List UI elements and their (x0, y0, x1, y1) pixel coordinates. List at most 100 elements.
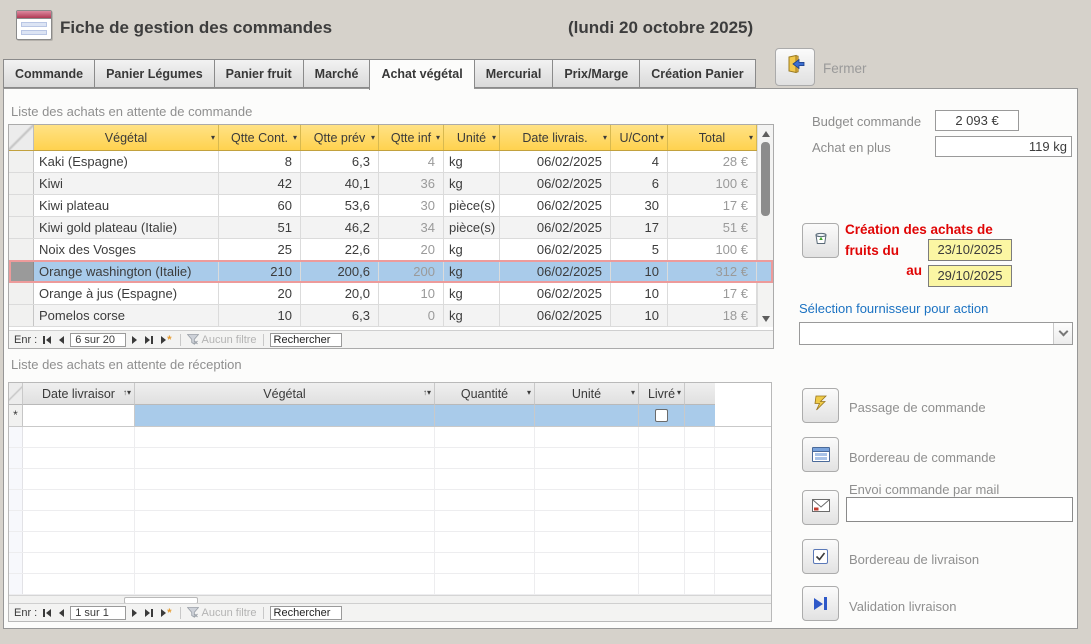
date-from-field[interactable]: 23/10/2025 (928, 239, 1012, 261)
previous-record-button[interactable] (57, 336, 66, 344)
table-cell[interactable]: 4 (611, 151, 668, 172)
table-cell[interactable]: 6 (611, 173, 668, 194)
column-header-qtte-inf[interactable]: Qtte inf▾ (379, 125, 444, 150)
table-cell[interactable]: 5 (611, 239, 668, 260)
table-row[interactable]: Orange à jus (Espagne)2020,010kg06/02/20… (9, 283, 773, 305)
new-record-button[interactable]: * (159, 336, 173, 344)
table-cell[interactable]: 210 (219, 261, 301, 282)
select-all-corner[interactable] (9, 125, 34, 150)
place-order-button[interactable] (802, 388, 839, 423)
record-selector[interactable] (9, 173, 34, 194)
empty-row[interactable] (9, 427, 771, 448)
table-cell[interactable] (685, 405, 715, 426)
table-cell[interactable]: 30 (379, 195, 444, 216)
table-cell[interactable]: 06/02/2025 (500, 217, 611, 238)
empty-row[interactable] (9, 511, 771, 532)
table-cell[interactable]: Kiwi (34, 173, 219, 194)
table-cell[interactable]: 06/02/2025 (500, 239, 611, 260)
previous-record-button[interactable] (57, 609, 66, 617)
table-cell[interactable]: 17 € (668, 195, 757, 216)
close-button[interactable] (775, 48, 815, 86)
table-cell[interactable]: 53,6 (301, 195, 379, 216)
table-cell[interactable]: pièce(s) (444, 217, 500, 238)
table-cell[interactable]: 312 € (668, 261, 757, 282)
column-header-u-cont[interactable]: U/Cont▾ (611, 125, 668, 150)
filter-status[interactable]: Aucun filtre (187, 607, 257, 619)
table-cell[interactable]: kg (444, 239, 500, 260)
table-cell[interactable]: 06/02/2025 (500, 305, 611, 326)
table-cell[interactable]: 20 (219, 283, 301, 304)
record-search-input[interactable]: Rechercher (270, 333, 342, 347)
new-record-button[interactable]: * (159, 609, 173, 617)
orders-table-scrollbar[interactable] (757, 125, 773, 327)
table-cell[interactable]: 0 (379, 305, 444, 326)
table-cell[interactable]: Orange à jus (Espagne) (34, 283, 219, 304)
table-cell[interactable]: 10 (611, 305, 668, 326)
table-cell[interactable]: 20 (379, 239, 444, 260)
tab-panier-fruit[interactable]: Panier fruit (214, 59, 303, 88)
column-header-qtte-cont-[interactable]: Qtte Cont.▾ (219, 125, 301, 150)
table-cell[interactable]: 18 € (668, 305, 757, 326)
scroll-down-icon[interactable] (758, 311, 773, 326)
table-cell[interactable]: kg (444, 151, 500, 172)
tab-march-[interactable]: Marché (303, 59, 370, 88)
tab-mercurial[interactable]: Mercurial (474, 59, 553, 88)
extra-purchase-field[interactable]: 119 kg (935, 136, 1072, 157)
table-cell[interactable]: 10 (611, 283, 668, 304)
new-record-date-cell[interactable] (23, 405, 135, 426)
record-selector[interactable] (9, 283, 34, 304)
table-cell[interactable]: kg (444, 305, 500, 326)
last-record-button[interactable] (143, 609, 155, 617)
table-cell[interactable]: 22,6 (301, 239, 379, 260)
empty-row[interactable] (9, 448, 771, 469)
order-form-button[interactable] (802, 437, 839, 472)
record-selector[interactable] (9, 261, 34, 282)
mail-recipient-input[interactable] (846, 497, 1073, 522)
send-order-mail-button[interactable] (802, 490, 839, 525)
column-header-total[interactable]: Total▾ (668, 125, 757, 150)
table-cell[interactable]: 06/02/2025 (500, 151, 611, 172)
record-selector[interactable] (9, 151, 34, 172)
filter-status[interactable]: Aucun filtre (187, 334, 257, 346)
date-to-field[interactable]: 29/10/2025 (928, 265, 1012, 287)
table-cell[interactable]: 10 (611, 261, 668, 282)
table-cell[interactable]: 42 (219, 173, 301, 194)
column-header-date-livrais-[interactable]: Date livrais.▾ (500, 125, 611, 150)
column-header-quantit-[interactable]: Quantité▾ (435, 383, 535, 405)
table-cell[interactable]: 4 (379, 151, 444, 172)
column-header-unit-[interactable]: Unité▾ (444, 125, 500, 150)
table-cell[interactable]: kg (444, 173, 500, 194)
delivery-form-button[interactable] (802, 539, 839, 574)
table-cell[interactable]: 51 (219, 217, 301, 238)
table-row[interactable]: Noix des Vosges2522,620kg06/02/20255100 … (9, 239, 773, 261)
empty-row[interactable] (9, 469, 771, 490)
next-record-button[interactable] (130, 609, 139, 617)
table-cell[interactable]: kg (444, 261, 500, 282)
scroll-up-icon[interactable] (758, 126, 773, 141)
table-cell[interactable]: 10 (379, 283, 444, 304)
column-header-qtte-pr-v[interactable]: Qtte prév▾ (301, 125, 379, 150)
table-cell[interactable]: 6,3 (301, 305, 379, 326)
table-cell[interactable]: 200,6 (301, 261, 379, 282)
first-record-button[interactable] (41, 609, 53, 617)
tab-panier-l-gumes[interactable]: Panier Légumes (94, 59, 214, 88)
table-cell[interactable]: kg (444, 283, 500, 304)
table-cell[interactable]: 8 (219, 151, 301, 172)
new-record-selector[interactable]: * (9, 405, 23, 426)
table-cell[interactable]: 30 (611, 195, 668, 216)
livre-checkbox[interactable] (655, 409, 668, 422)
empty-row[interactable] (9, 553, 771, 574)
tab-prix-marge[interactable]: Prix/Marge (552, 59, 639, 88)
table-cell[interactable]: 36 (379, 173, 444, 194)
next-record-button[interactable] (130, 336, 139, 344)
table-cell[interactable] (535, 405, 639, 426)
table-cell[interactable]: 28 € (668, 151, 757, 172)
record-position-field[interactable]: 6 sur 20 (70, 333, 126, 347)
table-cell[interactable]: 200 (379, 261, 444, 282)
table-cell[interactable] (639, 405, 685, 426)
table-cell[interactable]: Noix des Vosges (34, 239, 219, 260)
table-cell[interactable]: 34 (379, 217, 444, 238)
table-cell[interactable]: pièce(s) (444, 195, 500, 216)
table-row[interactable]: Pomelos corse106,30kg06/02/20251018 € (9, 305, 773, 327)
table-cell[interactable]: Kiwi plateau (34, 195, 219, 216)
